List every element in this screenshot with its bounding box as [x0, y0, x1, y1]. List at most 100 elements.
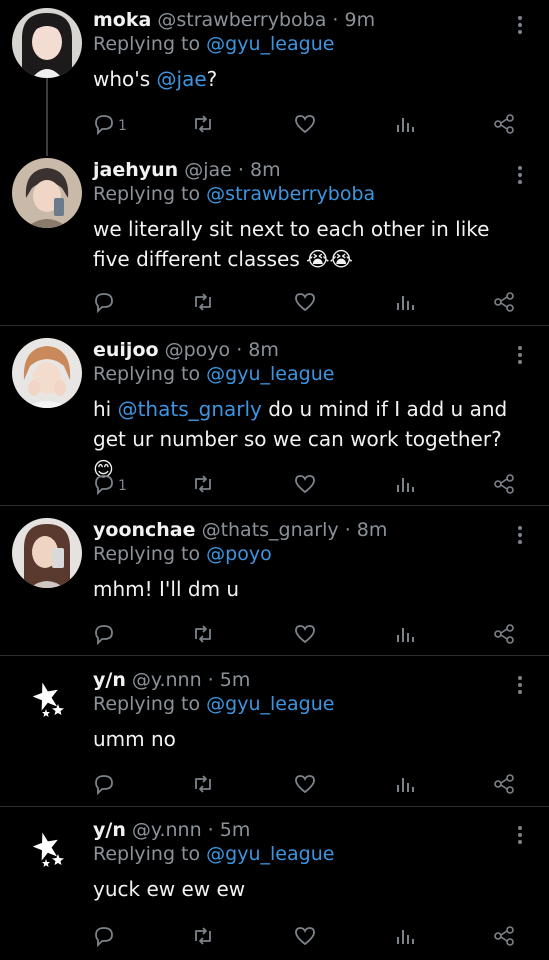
reply-button[interactable] [93, 288, 115, 316]
replying-label: Replying to [93, 693, 201, 715]
user-handle[interactable]: @strawberryboba [157, 9, 326, 31]
tweet-actions: 1 [93, 110, 533, 138]
heart-icon [295, 293, 315, 312]
user-handle[interactable]: @y.nnn [132, 819, 202, 841]
avatar[interactable] [12, 8, 82, 78]
tweet-text-part: who's [93, 67, 157, 91]
display-name[interactable]: euijoo [93, 339, 159, 361]
mention-link[interactable]: @jae [157, 67, 207, 91]
user-handle[interactable]: @poyo [165, 339, 231, 361]
tweet[interactable]: y/n @y.nnn · 5m Replying to @gyu_league … [0, 818, 549, 954]
avatar[interactable] [12, 518, 82, 588]
replying-to-link[interactable]: @gyu_league [206, 363, 334, 385]
user-handle[interactable]: @jae [184, 159, 232, 181]
replying-to-link[interactable]: @gyu_league [206, 843, 334, 865]
like-button[interactable] [293, 922, 317, 950]
display-name[interactable]: moka [93, 9, 151, 31]
more-vertical-icon[interactable] [507, 672, 533, 698]
avatar[interactable] [12, 158, 82, 228]
timestamp: · 8m [237, 159, 281, 181]
views-button[interactable] [395, 288, 415, 316]
avatar[interactable] [12, 338, 82, 408]
retweet-button[interactable] [191, 288, 215, 316]
display-name[interactable]: y/n [93, 669, 126, 691]
reply-count: 1 [118, 118, 127, 134]
retweet-icon [195, 115, 211, 133]
tweet-actions [93, 288, 533, 316]
replying-to-link[interactable]: @gyu_league [206, 33, 334, 55]
share-icon [494, 624, 514, 644]
share-icon [494, 114, 514, 134]
reply-icon [95, 475, 113, 495]
tweet[interactable]: euijoo @poyo · 8m Replying to @gyu_leagu… [0, 338, 549, 498]
stars-icon [12, 818, 82, 888]
analytics-icon [397, 628, 414, 642]
share-button[interactable] [493, 770, 515, 798]
display-name[interactable]: y/n [93, 819, 126, 841]
user-handle[interactable]: @thats_gnarly [202, 519, 339, 541]
more-vertical-icon[interactable] [507, 342, 533, 368]
replying-to-link[interactable]: @gyu_league [206, 693, 334, 715]
reply-icon [95, 293, 113, 313]
replying-label: Replying to [93, 843, 201, 865]
retweet-button[interactable] [191, 110, 215, 138]
share-button[interactable] [493, 110, 515, 138]
divider [0, 655, 549, 656]
share-icon [494, 474, 514, 494]
tweet[interactable]: yoonchae @thats_gnarly · 8m Replying to … [0, 518, 549, 648]
reply-icon [95, 775, 113, 795]
like-button[interactable] [293, 288, 317, 316]
retweet-button[interactable] [191, 770, 215, 798]
display-name[interactable]: yoonchae [93, 519, 196, 541]
replying-to-link[interactable]: @strawberryboba [206, 183, 375, 205]
like-button[interactable] [293, 620, 317, 648]
avatar[interactable] [12, 818, 82, 888]
tweet-text-part: hi [93, 397, 118, 421]
heart-icon [295, 625, 315, 644]
tweet-actions: 1 [93, 470, 533, 498]
reply-button[interactable]: 1 [93, 110, 127, 138]
tweet[interactable]: jaehyun @jae · 8m Replying to @strawberr… [0, 158, 549, 318]
share-icon [494, 774, 514, 794]
tweet-text: who's @jae? [93, 64, 509, 94]
avatar[interactable] [12, 668, 82, 738]
views-button[interactable] [395, 922, 415, 950]
share-button[interactable] [493, 288, 515, 316]
reply-button[interactable] [93, 620, 115, 648]
user-handle[interactable]: @y.nnn [132, 669, 202, 691]
share-button[interactable] [493, 470, 515, 498]
display-name[interactable]: jaehyun [93, 159, 178, 181]
reply-icon [95, 115, 113, 135]
retweet-button[interactable] [191, 470, 215, 498]
retweet-button[interactable] [191, 620, 215, 648]
timestamp: · 5m [207, 669, 251, 691]
reply-button[interactable]: 1 [93, 470, 127, 498]
like-button[interactable] [293, 110, 317, 138]
tweet[interactable]: y/n @y.nnn · 5m Replying to @gyu_league … [0, 668, 549, 798]
views-button[interactable] [395, 620, 415, 648]
views-button[interactable] [395, 770, 415, 798]
like-button[interactable] [293, 470, 317, 498]
views-button[interactable] [395, 110, 415, 138]
more-vertical-icon[interactable] [507, 162, 533, 188]
share-button[interactable] [493, 922, 515, 950]
tweet-text: umm no [93, 727, 176, 751]
views-button[interactable] [395, 470, 415, 498]
retweet-button[interactable] [191, 922, 215, 950]
analytics-icon [397, 118, 414, 132]
tweet-text-part: ? [206, 67, 218, 91]
mention-link[interactable]: @thats_gnarly [118, 397, 262, 421]
reply-thread: moka @strawberryboba · 9m Replying to @g… [0, 0, 549, 960]
more-vertical-icon[interactable] [507, 12, 533, 38]
replying-label: Replying to [93, 183, 201, 205]
more-vertical-icon[interactable] [507, 822, 533, 848]
share-button[interactable] [493, 620, 515, 648]
replying-to-link[interactable]: @poyo [206, 543, 272, 565]
reply-button[interactable] [93, 922, 115, 950]
more-vertical-icon[interactable] [507, 522, 533, 548]
reply-button[interactable] [93, 770, 115, 798]
like-button[interactable] [293, 770, 317, 798]
heart-icon [295, 927, 315, 946]
analytics-icon [397, 478, 414, 492]
tweet[interactable]: moka @strawberryboba · 9m Replying to @g… [0, 8, 549, 148]
